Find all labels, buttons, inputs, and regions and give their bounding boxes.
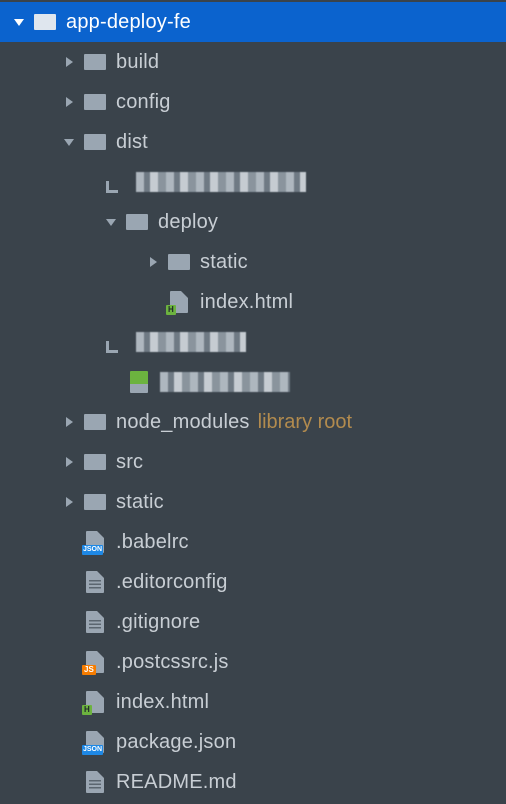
tree-row[interactable]: deploy [0, 202, 506, 242]
tree-row[interactable]: build [0, 42, 506, 82]
tree-row[interactable]: dist [0, 122, 506, 162]
obscured-icon [102, 329, 128, 355]
tree-label: package.json [116, 731, 236, 754]
tree-label: index.html [200, 291, 293, 314]
chevron-right-icon[interactable] [58, 451, 80, 473]
chevron-down-icon[interactable] [58, 131, 80, 153]
obscured-icon [102, 169, 128, 195]
tree-row[interactable]: node_modules library root [0, 402, 506, 442]
tree-label: deploy [158, 211, 218, 234]
tree-label: node_modules [116, 411, 250, 434]
tree-row-obscured[interactable] [0, 162, 506, 202]
obscured-label [136, 332, 246, 352]
tree-row[interactable]: H index.html [0, 282, 506, 322]
chevron-right-icon[interactable] [58, 491, 80, 513]
tree-row[interactable]: src [0, 442, 506, 482]
html-file-icon: H [166, 289, 192, 315]
text-file-icon [82, 769, 108, 795]
obscured-icon [126, 369, 152, 395]
tree-row[interactable]: .gitignore [0, 602, 506, 642]
tree-row[interactable]: .editorconfig [0, 562, 506, 602]
folder-icon [82, 449, 108, 475]
folder-icon [166, 249, 192, 275]
obscured-label [136, 172, 306, 192]
tree-row[interactable]: README.md [0, 762, 506, 802]
json-file-icon: JSON [82, 529, 108, 555]
tree-label: src [116, 451, 143, 474]
chevron-down-icon[interactable] [8, 11, 30, 33]
tree-label: README.md [116, 771, 237, 794]
tree-label: index.html [116, 691, 209, 714]
tree-label: .gitignore [116, 611, 200, 634]
tree-row-root[interactable]: app-deploy-fe [0, 2, 506, 42]
chevron-right-icon[interactable] [58, 91, 80, 113]
tree-row[interactable]: H index.html [0, 682, 506, 722]
tree-label: build [116, 51, 159, 74]
tree-row[interactable]: JS .postcssrc.js [0, 642, 506, 682]
tree-label: static [116, 491, 164, 514]
html-file-icon: H [82, 689, 108, 715]
tree-row[interactable]: JSON .babelrc [0, 522, 506, 562]
text-file-icon [82, 569, 108, 595]
tree-label: .postcssrc.js [116, 651, 229, 674]
chevron-right-icon[interactable] [142, 251, 164, 273]
tree-label: .babelrc [116, 531, 189, 554]
text-file-icon [82, 609, 108, 635]
obscured-label [160, 372, 290, 392]
tree-label: .editorconfig [116, 571, 228, 594]
json-file-icon: JSON [82, 729, 108, 755]
tree-row[interactable]: static [0, 242, 506, 282]
folder-icon [82, 49, 108, 75]
tree-label: dist [116, 131, 148, 154]
folder-icon [82, 129, 108, 155]
folder-icon [82, 489, 108, 515]
tree-row-obscured[interactable] [0, 322, 506, 362]
library-root-suffix: library root [258, 411, 352, 434]
folder-icon [124, 209, 150, 235]
folder-icon [82, 409, 108, 435]
chevron-right-icon[interactable] [58, 411, 80, 433]
tree-label: config [116, 91, 171, 114]
tree-row-obscured[interactable] [0, 362, 506, 402]
chevron-right-icon[interactable] [58, 51, 80, 73]
project-tree: app-deploy-fe build config dist [0, 0, 506, 804]
tree-row[interactable]: config [0, 82, 506, 122]
tree-label: static [200, 251, 248, 274]
js-file-icon: JS [82, 649, 108, 675]
tree-row[interactable]: JSON package.json [0, 722, 506, 762]
tree-row[interactable]: static [0, 482, 506, 522]
folder-icon [82, 89, 108, 115]
tree-label: app-deploy-fe [66, 11, 191, 34]
folder-icon [32, 9, 58, 35]
chevron-down-icon[interactable] [100, 211, 122, 233]
